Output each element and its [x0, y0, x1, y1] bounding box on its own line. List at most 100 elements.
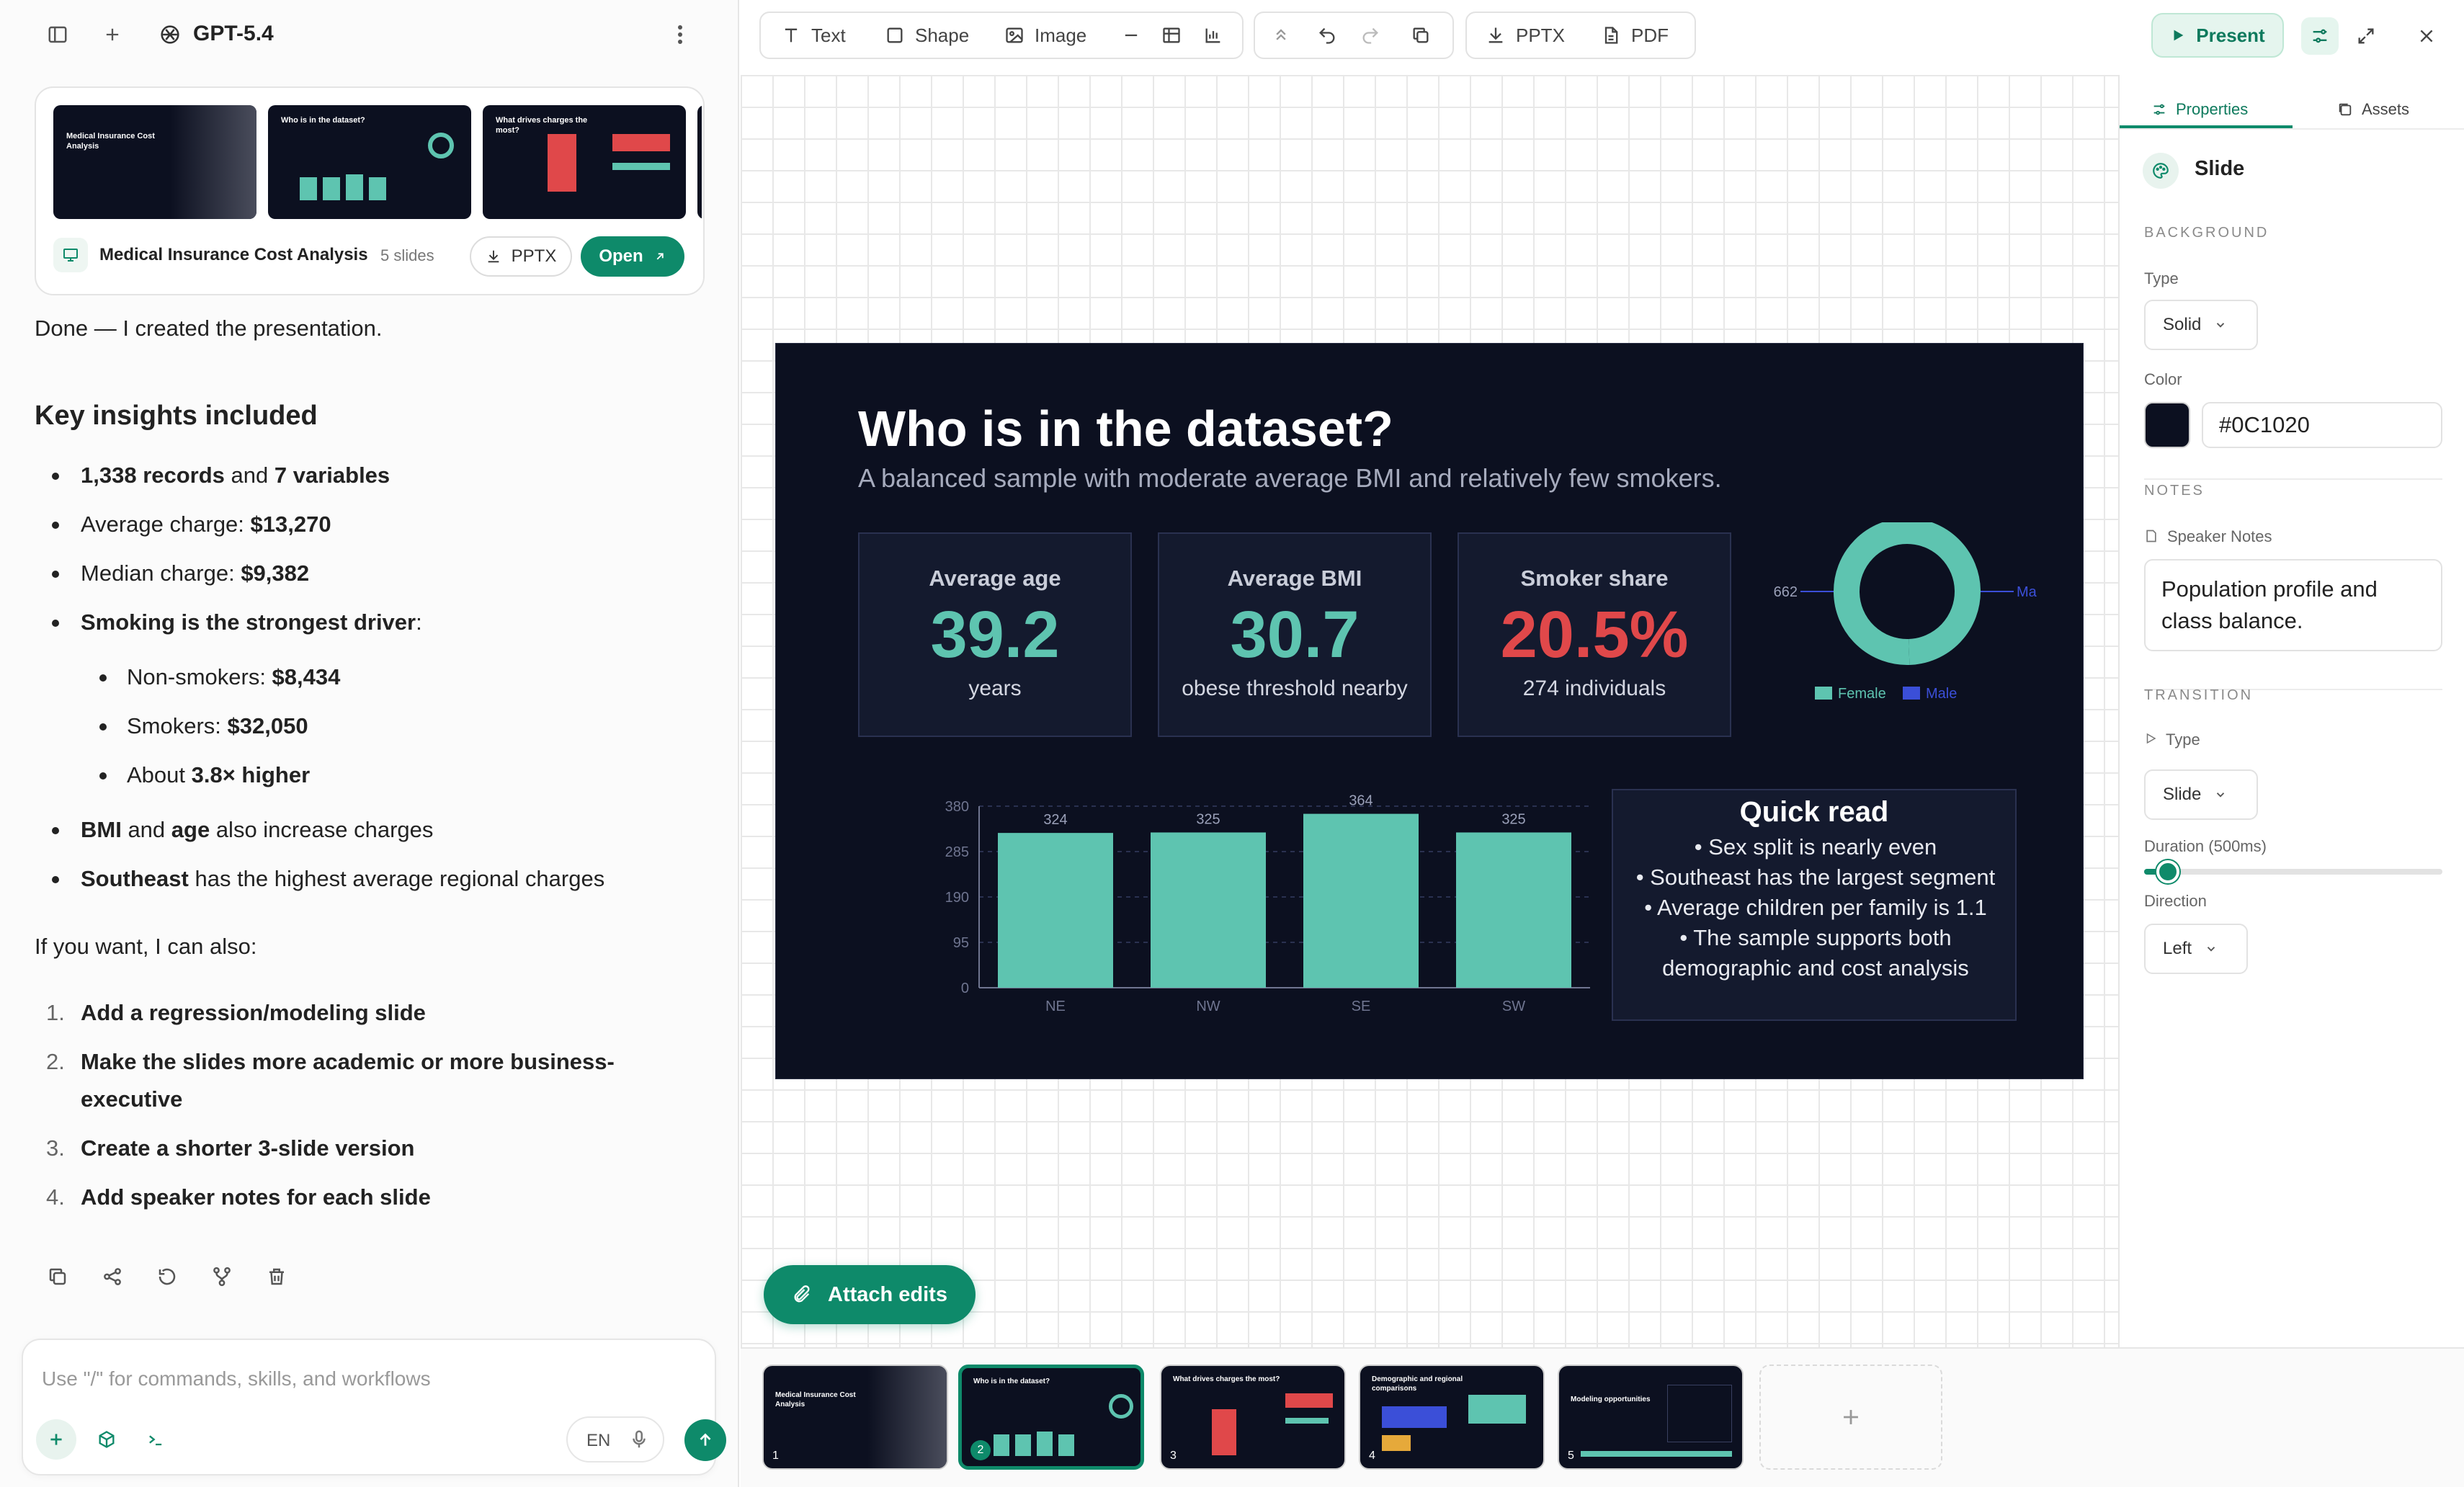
undo-button[interactable] — [1317, 13, 1337, 58]
mini-bar — [1468, 1395, 1526, 1424]
mini-bar — [612, 163, 670, 170]
language-selector[interactable]: EN — [566, 1416, 664, 1463]
attach-edits-button[interactable]: Attach edits — [764, 1265, 976, 1324]
present-button[interactable]: Present — [2151, 13, 2284, 58]
slide[interactable]: Who is in the dataset? A balanced sample… — [775, 343, 2084, 1079]
transition-type-select[interactable]: Slide — [2144, 769, 2258, 820]
sidebar-toggle-icon[interactable] — [40, 17, 75, 52]
color-hex-input[interactable]: #0C1020 — [2202, 402, 2442, 448]
more-options-icon[interactable] — [663, 17, 697, 52]
insert-table-button[interactable] — [1161, 13, 1182, 58]
download-icon — [488, 250, 499, 263]
direction-label: Direction — [2144, 892, 2207, 910]
slide-thumb-2[interactable]: Who is in the dataset? 2 — [958, 1365, 1144, 1470]
card-thumb-1[interactable]: Medical Insurance Cost Analysis — [53, 105, 256, 219]
presentation-card[interactable]: Medical Insurance Cost Analysis Who is i… — [35, 86, 705, 295]
bar — [1303, 813, 1419, 988]
slide-thumb-4[interactable]: Demographic and regional comparisons 4 — [1359, 1365, 1545, 1470]
slide-title[interactable]: Who is in the dataset? — [858, 400, 1393, 457]
insert-line-button[interactable] — [1121, 13, 1141, 58]
slide-subtitle[interactable]: A balanced sample with moderate average … — [858, 463, 1722, 494]
speaker-notes-textarea[interactable]: Population profile and class balance. — [2144, 559, 2442, 651]
sex-donut-chart[interactable]: 662 Ma Female Male — [1763, 522, 2066, 710]
bullet-bmi-age: BMI and age also increase charges — [81, 817, 434, 842]
settings-sliders-icon[interactable] — [2301, 17, 2339, 55]
new-chat-icon[interactable] — [95, 17, 130, 52]
microphone-icon[interactable] — [628, 1428, 650, 1451]
bullet-dot — [99, 772, 107, 780]
quick-read-line: • Average children per family is 1.1 — [1644, 895, 1987, 920]
color-swatch[interactable] — [2144, 402, 2190, 448]
insert-image-button[interactable]: Image — [1004, 13, 1086, 58]
close-icon[interactable] — [2408, 17, 2445, 55]
option-item[interactable]: Make the slides more academic or more bu… — [81, 1043, 671, 1118]
regenerate-icon[interactable] — [150, 1259, 184, 1294]
tab-properties[interactable]: Properties — [2151, 88, 2248, 131]
square-icon — [887, 27, 903, 43]
option-number: 2. — [46, 1049, 65, 1074]
add-slide-button[interactable] — [1759, 1365, 1942, 1470]
color-label: Color — [2144, 370, 2182, 388]
slide-thumb-1[interactable]: Medical Insurance Cost Analysis 1 — [762, 1365, 948, 1470]
quick-read-box[interactable]: Quick read • Sex split is nearly even • S… — [1612, 789, 2017, 1021]
download-pptx-button[interactable]: PPTX — [470, 236, 572, 277]
insert-shape-label: Shape — [915, 24, 970, 46]
share-icon[interactable] — [95, 1259, 130, 1294]
kpi-card-bmi[interactable]: Average BMI 30.7 obese threshold nearby — [1158, 532, 1432, 737]
speaker-notes-label: Speaker Notes — [2167, 527, 2272, 545]
bullet-southeast: Southeast has the highest average region… — [81, 866, 605, 891]
card-thumb-4[interactable] — [697, 105, 702, 219]
undo-icon — [1319, 27, 1335, 44]
background-type-select[interactable]: Solid — [2144, 300, 2258, 350]
region-bar-chart[interactable]: 0 95 190 285 380 324 NE 325 NW 364 SE 325 SW — [913, 786, 1604, 1024]
option-item[interactable]: Add a regression/modeling slide — [81, 1000, 426, 1026]
duration-slider-handle[interactable] — [2156, 860, 2180, 883]
cube-icon[interactable] — [89, 1422, 124, 1457]
mini-donut — [428, 133, 454, 158]
option-item[interactable]: Create a shorter 3-slide version — [81, 1135, 414, 1161]
branch-icon[interactable] — [205, 1259, 239, 1294]
insert-shape-button[interactable]: Shape — [885, 13, 969, 58]
open-presentation-button[interactable]: Open — [581, 236, 684, 277]
copy-icon[interactable] — [40, 1259, 75, 1294]
delete-icon[interactable] — [259, 1259, 294, 1294]
bar — [998, 833, 1113, 988]
tab-assets-label: Assets — [2362, 100, 2410, 118]
direction-select[interactable]: Left — [2144, 924, 2248, 974]
option-item[interactable]: Add speaker notes for each slide — [81, 1184, 431, 1210]
image-icon — [1006, 27, 1023, 43]
slide-thumb-3[interactable]: What drives charges the most? 3 — [1160, 1365, 1346, 1470]
option-number: 3. — [46, 1135, 65, 1161]
arrow-up-icon — [700, 1433, 711, 1446]
card-thumb-2[interactable]: Who is in the dataset? — [268, 105, 471, 219]
bullet-smokers: Smokers: $32,050 — [127, 713, 308, 738]
x-tick-label: NW — [1196, 999, 1220, 1014]
bring-forward-button[interactable] — [1271, 13, 1291, 58]
slide-number: 3 — [1170, 1450, 1177, 1462]
export-pdf-button[interactable]: PDF — [1601, 13, 1669, 58]
mini-bar — [1382, 1406, 1447, 1428]
kpi-note: 274 individuals — [1522, 676, 1666, 700]
model-name[interactable]: GPT-5.4 — [193, 22, 274, 46]
insert-text-button[interactable]: Text — [781, 13, 846, 58]
redo-button[interactable] — [1360, 13, 1380, 58]
tab-assets[interactable]: Assets — [2337, 88, 2409, 131]
done-message: Done — I created the presentation. — [35, 316, 383, 341]
insert-chart-button[interactable] — [1203, 13, 1223, 58]
terminal-icon[interactable] — [138, 1422, 173, 1457]
send-button[interactable] — [684, 1419, 726, 1461]
bullet-dot — [52, 522, 59, 529]
slide-thumb-5[interactable]: Modeling opportunities 5 — [1558, 1365, 1744, 1470]
present-label: Present — [2196, 24, 2265, 46]
slide-thumb-title: What drives charges the most? — [1173, 1375, 1280, 1383]
chat-panel: GPT-5.4 Medical Insurance Cost Analysis … — [0, 0, 739, 1487]
export-pptx-button[interactable]: PPTX — [1486, 13, 1565, 58]
composer-input[interactable] — [42, 1357, 690, 1401]
card-thumb-3[interactable]: What drives charges the most? — [483, 105, 686, 219]
expand-icon[interactable] — [2347, 17, 2385, 55]
duplicate-button[interactable] — [1411, 13, 1431, 58]
kpi-card-age[interactable]: Average age 39.2 years — [858, 532, 1132, 737]
kpi-card-smoker[interactable]: Smoker share 20.5% 274 individuals — [1458, 532, 1731, 737]
duration-slider[interactable] — [2144, 860, 2442, 883]
add-attachment-button[interactable] — [36, 1419, 76, 1460]
